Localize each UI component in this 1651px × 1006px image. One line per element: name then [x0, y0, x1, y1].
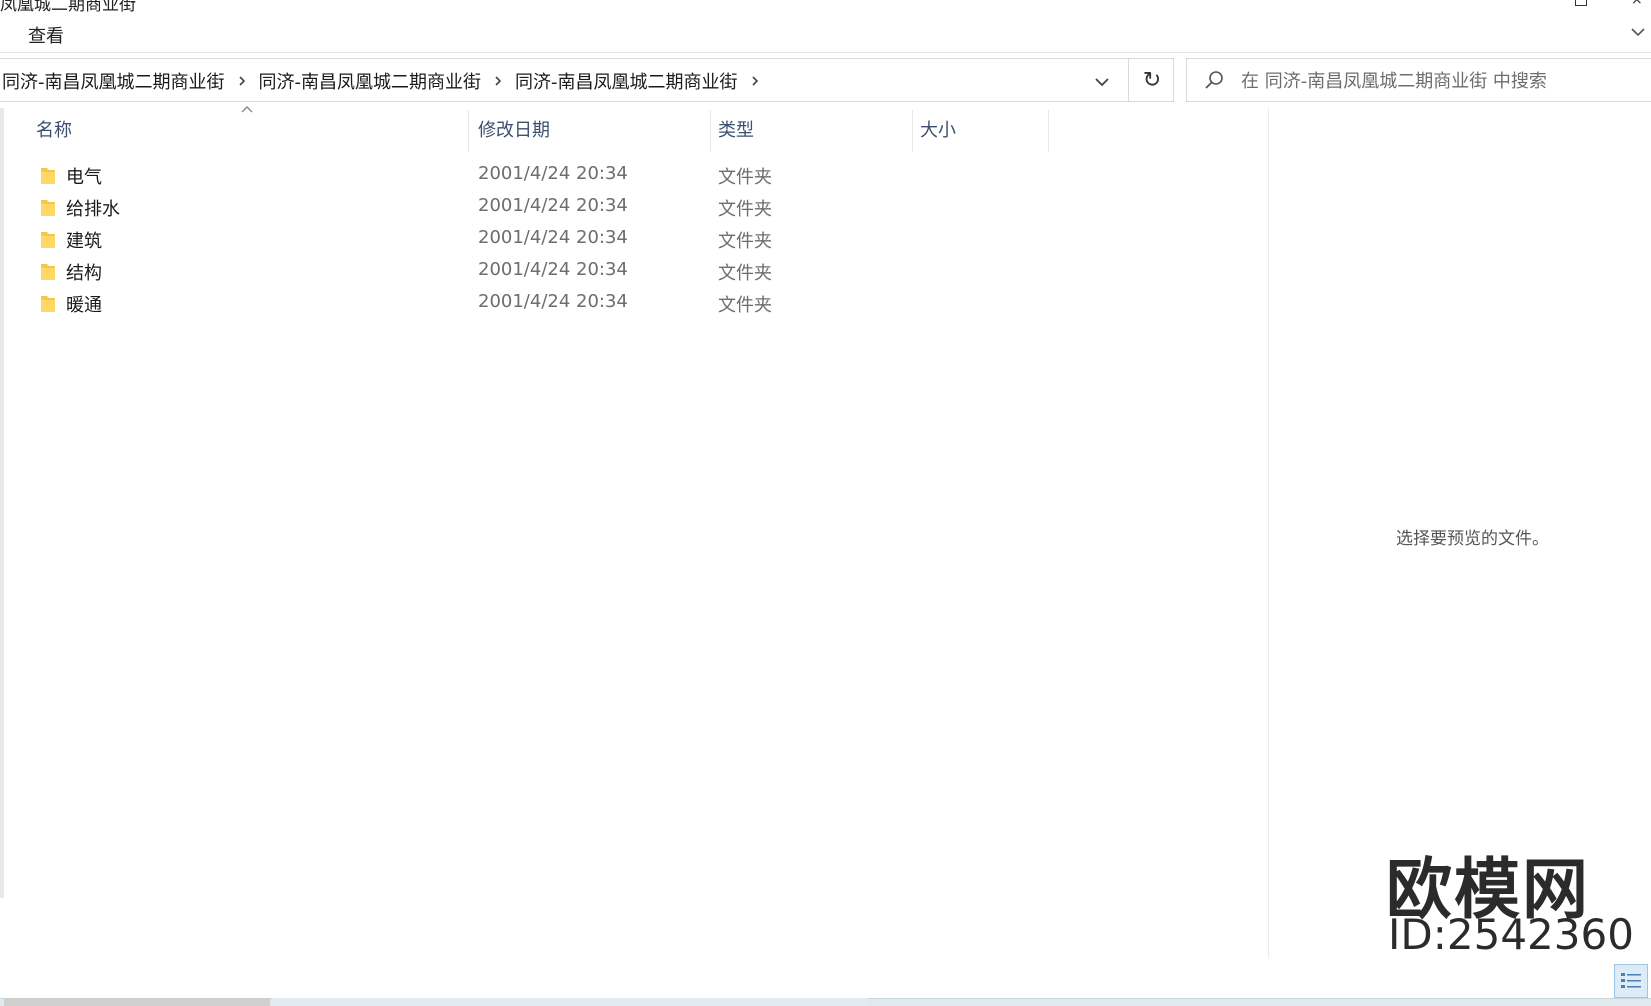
window-title: 凤凰城二期商业街	[0, 0, 136, 12]
file-date: 2001/4/24 20:34	[478, 291, 628, 312]
file-type: 文件夹	[718, 199, 772, 220]
folder-icon	[41, 296, 55, 312]
watermark-id: ID:2542360	[1388, 910, 1634, 959]
refresh-button[interactable]: ↻	[1128, 59, 1175, 101]
column-divider[interactable]	[1048, 110, 1049, 152]
search-input[interactable]	[1239, 65, 1643, 97]
folder-icon	[41, 200, 55, 216]
file-type: 文件夹	[718, 263, 772, 284]
file-name: 暖通	[66, 295, 102, 316]
file-row[interactable]: 建筑 2001/4/24 20:34 文件夹	[24, 224, 824, 256]
details-view-icon	[1621, 973, 1641, 988]
column-header-date[interactable]: 修改日期	[468, 108, 710, 150]
breadcrumb: 同济-南昌凤凰城二期商业街 同济-南昌凤凰城二期商业街 同济-南昌凤凰城二期商业…	[0, 69, 770, 93]
column-header-name[interactable]: 名称	[24, 108, 468, 150]
chevron-down-icon[interactable]	[1628, 22, 1648, 42]
file-date: 2001/4/24 20:34	[478, 195, 628, 216]
chevron-right-icon[interactable]	[748, 74, 762, 88]
address-history-chevron-icon[interactable]	[1092, 72, 1112, 92]
preview-message: 选择要预览的文件。	[1396, 529, 1549, 549]
chevron-right-icon[interactable]	[235, 74, 249, 88]
file-row[interactable]: 给排水 2001/4/24 20:34 文件夹	[24, 192, 824, 224]
file-date: 2001/4/24 20:34	[478, 259, 628, 280]
ribbon: 查看	[0, 12, 1651, 53]
tab-view[interactable]: 查看	[28, 22, 64, 48]
file-type: 文件夹	[718, 231, 772, 252]
folder-icon	[41, 168, 55, 184]
breadcrumb-item[interactable]: 同济-南昌凤凰城二期商业街	[513, 68, 740, 94]
details-view-button[interactable]	[1614, 964, 1648, 998]
search-icon	[1205, 71, 1223, 89]
file-name: 结构	[66, 263, 102, 284]
column-header-size[interactable]: 大小	[912, 108, 1048, 150]
folder-icon	[41, 232, 55, 248]
chevron-right-icon[interactable]	[491, 74, 505, 88]
address-bar[interactable]: 同济-南昌凤凰城二期商业街 同济-南昌凤凰城二期商业街 同济-南昌凤凰城二期商业…	[0, 58, 1174, 102]
file-type: 文件夹	[718, 295, 772, 316]
file-type: 文件夹	[718, 167, 772, 188]
file-row[interactable]: 结构 2001/4/24 20:34 文件夹	[24, 256, 824, 288]
search-box[interactable]	[1186, 58, 1651, 102]
horizontal-scrollbar-thumb[interactable]	[4, 998, 270, 1006]
navigation-pane-edge	[0, 108, 4, 898]
column-header-type[interactable]: 类型	[710, 108, 912, 150]
refresh-icon: ↻	[1142, 67, 1162, 93]
breadcrumb-item[interactable]: 同济-南昌凤凰城二期商业街	[0, 68, 227, 94]
file-row[interactable]: 暖通 2001/4/24 20:34 文件夹	[24, 288, 824, 320]
file-name: 给排水	[66, 199, 120, 220]
file-name: 建筑	[66, 231, 102, 252]
file-name: 电气	[66, 167, 102, 188]
preview-pane-divider[interactable]	[1268, 108, 1269, 958]
file-date: 2001/4/24 20:34	[478, 227, 628, 248]
file-date: 2001/4/24 20:34	[478, 163, 628, 184]
title-bar: 凤凰城二期商业街 ×	[0, 0, 1651, 12]
restore-window-icon[interactable]	[1575, 0, 1587, 6]
folder-icon	[41, 264, 55, 280]
file-row[interactable]: 电气 2001/4/24 20:34 文件夹	[24, 160, 824, 192]
close-window-icon[interactable]: ×	[1631, 0, 1643, 8]
breadcrumb-item[interactable]: 同济-南昌凤凰城二期商业街	[257, 68, 484, 94]
horizontal-scrollbar-track[interactable]	[272, 998, 868, 1006]
